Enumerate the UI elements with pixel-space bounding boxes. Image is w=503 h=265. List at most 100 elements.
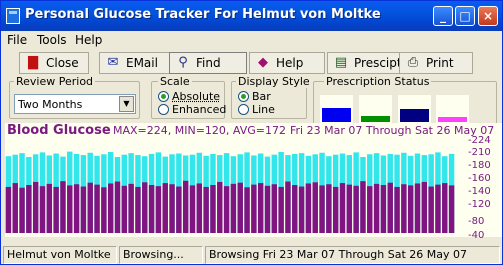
print-button[interactable]: ⎙ Print	[399, 52, 473, 74]
y-tick-label: -224	[468, 135, 491, 146]
bar-min-8	[60, 181, 66, 233]
window-title: Personal Glucose Tracker For Helmut von …	[25, 7, 381, 22]
bar-min-53	[367, 186, 373, 233]
bar-min-22	[155, 186, 162, 233]
display-bar-option[interactable]: Bar	[238, 90, 271, 103]
close-door-icon: ▇	[28, 55, 38, 70]
bar-min-54	[373, 183, 380, 233]
help-button[interactable]: ◆ Help	[249, 52, 325, 74]
bar-min-10	[73, 184, 80, 233]
menu-tools[interactable]: Tools	[37, 33, 67, 47]
prescription-status-1	[320, 95, 353, 124]
prescription-level-bar	[361, 116, 390, 122]
bar-min-11	[80, 186, 87, 233]
scale-absolute-label: Absolute	[172, 90, 221, 103]
bar-min-7	[53, 186, 59, 233]
bar-min-39	[271, 184, 278, 233]
radio-unselected-icon[interactable]	[238, 103, 249, 115]
bar-min-32	[223, 186, 230, 233]
glucose-bar-chart	[5, 147, 455, 233]
radio-selected-icon[interactable]	[158, 90, 169, 102]
bar-min-24	[169, 184, 175, 233]
review-period-label: Review Period	[14, 75, 96, 88]
bar-min-64	[442, 183, 448, 233]
bar-min-41	[285, 181, 291, 233]
bar-min-50	[346, 184, 353, 233]
bar-min-2	[19, 187, 25, 233]
bar-min-26	[182, 180, 189, 233]
printer-icon: ⎙	[407, 55, 419, 70]
bar-min-19	[135, 186, 141, 233]
bar-min-12	[87, 182, 93, 233]
bar-min-35	[244, 187, 250, 233]
find-button[interactable]: ⚲ Find	[169, 52, 247, 74]
menu-bar: File Tools Help	[1, 31, 502, 49]
help-button-label: Help	[276, 56, 304, 70]
bar-min-6	[46, 183, 53, 233]
review-period-value: Two Months	[18, 98, 83, 111]
review-period-group: Review Period Two Months ▼	[9, 75, 140, 119]
radio-unselected-icon[interactable]	[158, 103, 169, 115]
bar-min-5	[39, 186, 46, 233]
y-tick-label: -160	[468, 173, 491, 184]
close-window-button[interactable]: ×	[478, 6, 498, 26]
bar-min-31	[217, 181, 223, 233]
bar-min-25	[176, 186, 182, 233]
bar-min-23	[162, 183, 168, 233]
y-tick-label: -140	[468, 186, 491, 197]
prescription-button[interactable]: ▤ Presciptn	[327, 52, 409, 74]
maximize-button[interactable]: □	[455, 6, 475, 26]
minimize-button[interactable]: _	[433, 6, 453, 26]
y-tick-label: -120	[468, 199, 491, 210]
bar-min-18	[128, 183, 134, 233]
prescription-level-bar	[400, 109, 429, 122]
email-button[interactable]: ✉ EMail	[99, 52, 173, 74]
review-period-select[interactable]: Two Months ▼	[14, 94, 136, 114]
menu-help[interactable]: Help	[75, 33, 102, 47]
prescription-status-3	[398, 95, 431, 124]
close-button-label: Close	[46, 56, 79, 70]
help-book-icon: ◆	[258, 55, 268, 70]
toolbar: ▇ Close ✉ EMail ⚲ Find ◆ Help ▤ Prescipt…	[1, 49, 502, 75]
display-line-option[interactable]: Line	[238, 103, 275, 116]
scale-enhanced-label: Enhanced	[172, 103, 227, 116]
scale-group: Scale Absolute Enhanced	[151, 75, 226, 119]
bar-min-48	[332, 186, 339, 233]
chart-title: Blood Glucose	[7, 123, 111, 138]
bar-min-29	[203, 186, 209, 233]
prescription-icon: ▤	[334, 55, 348, 70]
bar-min-17	[121, 185, 128, 233]
bar-min-63	[435, 184, 441, 233]
close-button[interactable]: ▇ Close	[19, 52, 89, 74]
main-window: Personal Glucose Tracker For Helmut von …	[0, 0, 503, 265]
bar-min-60	[414, 183, 421, 233]
chevron-down-icon[interactable]: ▼	[119, 96, 134, 112]
bar-min-20	[142, 182, 148, 233]
scale-enhanced-option[interactable]: Enhanced	[158, 103, 226, 116]
bar-min-38	[264, 185, 271, 233]
bar-min-4	[32, 181, 39, 233]
prescription-status-group: Prescription Status	[313, 75, 497, 127]
bar-min-49	[339, 183, 346, 233]
title-bar[interactable]: Personal Glucose Tracker For Helmut von …	[1, 1, 502, 31]
bar-min-47	[326, 184, 332, 233]
bar-min-51	[353, 185, 359, 233]
bar-min-9	[67, 185, 73, 233]
y-tick-label: -210	[468, 147, 491, 158]
bar-min-62	[428, 186, 434, 233]
bar-min-61	[421, 181, 428, 233]
radio-selected-icon[interactable]	[238, 90, 249, 102]
display-style-group: Display Style Bar Line	[231, 75, 312, 119]
menu-file[interactable]: File	[7, 33, 27, 47]
status-bar: Helmut von Moltke Browsing... Browsing F…	[1, 244, 502, 264]
prescription-level-bar	[322, 108, 351, 122]
bar-min-42	[292, 185, 298, 233]
bar-min-43	[298, 186, 305, 233]
prescription-status-2	[359, 95, 392, 124]
bar-min-21	[148, 185, 155, 233]
bar-min-15	[107, 183, 114, 233]
app-icon	[6, 8, 20, 24]
bar-min-1	[12, 183, 18, 233]
y-tick-label: -40	[468, 230, 485, 241]
scale-absolute-option[interactable]: Absolute	[158, 90, 220, 103]
